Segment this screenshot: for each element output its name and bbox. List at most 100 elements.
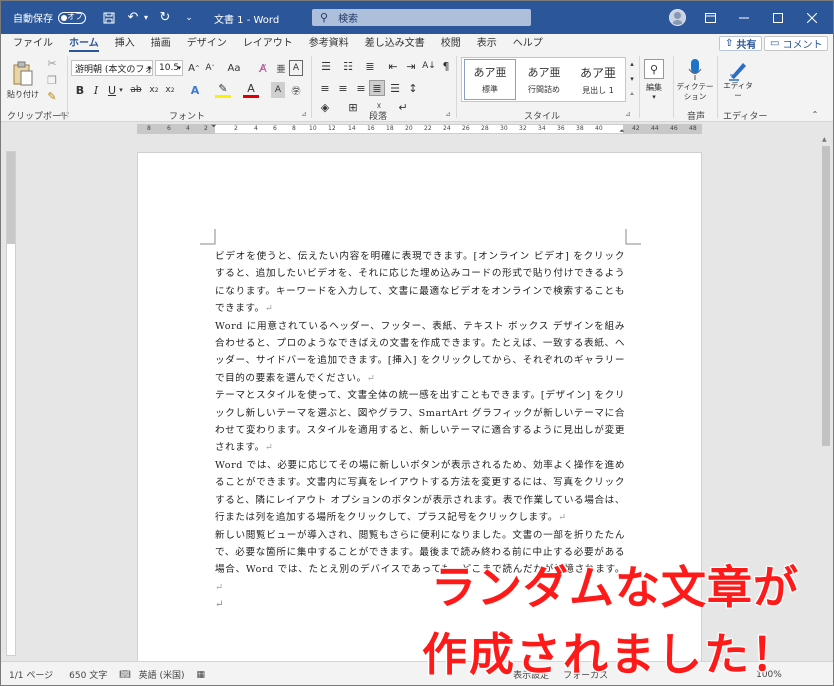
avatar[interactable]	[669, 9, 686, 26]
font-size-select[interactable]: 10.5 ▾	[155, 60, 183, 76]
text-effects-icon[interactable]: A	[187, 82, 203, 98]
group-separator	[717, 56, 718, 118]
redo-icon[interactable]: ↻	[156, 9, 174, 27]
proofing-icon[interactable]: 📖︎	[119, 670, 130, 680]
language[interactable]: 英語 (米国)	[139, 668, 185, 681]
accessibility-icon[interactable]: ▦	[197, 670, 206, 680]
right-indent-marker-icon[interactable]: ⏶	[619, 127, 625, 136]
share-button[interactable]: ⇧ 共有	[719, 36, 763, 51]
comment-button[interactable]: ▭ コメント	[764, 36, 829, 51]
decrease-indent-icon[interactable]: ⇤	[385, 58, 401, 74]
tab-help[interactable]: ヘルプ	[505, 34, 551, 52]
underline-dropdown-icon[interactable]: ▾	[117, 82, 125, 98]
show-marks-icon[interactable]: ¶	[439, 58, 453, 74]
strikethrough-icon[interactable]: ab	[129, 82, 143, 98]
sort-icon[interactable]: A↓	[421, 58, 437, 74]
superscript-icon[interactable]: x2	[163, 82, 177, 98]
ribbon-display-options-icon[interactable]	[693, 1, 727, 34]
collapse-ribbon-icon[interactable]: ⌃	[809, 108, 821, 120]
enclose-characters-icon[interactable]: ㊫	[289, 82, 303, 98]
search-icon: ⚲	[320, 11, 329, 24]
shrink-font-icon[interactable]: Aˇ	[203, 60, 217, 76]
maximize-icon[interactable]	[761, 1, 795, 34]
bullets-icon[interactable]: ☰	[317, 58, 335, 74]
line-spacing-icon[interactable]: ↕	[405, 80, 421, 96]
dictate-button[interactable]: ディクテーション	[675, 54, 715, 106]
bold-icon[interactable]: B	[73, 82, 87, 98]
format-painter-icon[interactable]: ✎	[45, 89, 59, 103]
cut-icon[interactable]: ✂	[45, 56, 59, 70]
font-name-select[interactable]: 游明朝 (本文のフォ ▾	[71, 60, 153, 76]
paragraph-mark: ↵	[215, 599, 224, 611]
align-right-icon[interactable]: ≡	[353, 80, 369, 96]
increase-indent-icon[interactable]: ⇥	[403, 58, 419, 74]
indent-marker-icon[interactable]: ⏷	[211, 122, 217, 131]
distributed-icon[interactable]: ☰	[387, 80, 403, 96]
save-icon[interactable]	[100, 9, 118, 27]
close-icon[interactable]	[795, 1, 829, 34]
styles-launcher-icon[interactable]: ⊿	[625, 110, 631, 118]
align-center-icon[interactable]: ≡	[335, 80, 351, 96]
scroll-thumb[interactable]	[822, 146, 830, 446]
styles-scroll-up-icon[interactable]: ▴	[627, 57, 637, 71]
tab-insert[interactable]: 挿入	[107, 34, 143, 52]
toggle-switch[interactable]: オフ	[58, 11, 86, 24]
styles-more-icon[interactable]: ⩡	[627, 87, 637, 101]
paragraph-text: ビデオを使うと、伝えたい内容を明確に表現できます。[オンライン ビデオ] をクリ…	[215, 251, 625, 315]
style-normal[interactable]: あア亜 標準	[464, 59, 516, 100]
character-border-icon[interactable]: A	[289, 60, 303, 76]
undo-dropdown-icon[interactable]: ▾	[142, 9, 150, 27]
editor-button[interactable]: エディター	[721, 54, 755, 106]
vertical-ruler[interactable]	[6, 151, 16, 656]
tab-references[interactable]: 参考資料	[301, 34, 357, 52]
numbering-icon[interactable]: ☷	[339, 58, 357, 74]
clipboard-launcher-icon[interactable]: ⊿	[58, 110, 64, 118]
ruler-number: 48	[689, 125, 697, 132]
tab-home[interactable]: ホーム	[61, 34, 107, 52]
scroll-up-icon[interactable]: ▲	[822, 136, 827, 143]
tab-view[interactable]: 表示	[469, 34, 505, 52]
style-no-spacing[interactable]: あア亜 行間詰め	[518, 59, 570, 100]
editing-button[interactable]: ⚲ 編集 ▾	[641, 56, 667, 104]
vertical-scrollbar[interactable]: ▲	[819, 136, 833, 661]
tab-layout[interactable]: レイアウト	[235, 34, 301, 52]
page-count[interactable]: 1/1 ページ	[9, 668, 53, 681]
change-case-icon[interactable]: Aa	[225, 60, 243, 76]
editor-group-label: エディター	[723, 112, 768, 122]
multilevel-list-icon[interactable]: ≣	[361, 58, 379, 74]
align-left-icon[interactable]: ≡	[317, 80, 333, 96]
paste-button[interactable]: 貼り付け	[7, 56, 39, 104]
tab-draw[interactable]: 描画	[143, 34, 179, 52]
customize-qat-icon[interactable]: ⌄	[180, 9, 198, 27]
grow-font-icon[interactable]: A ^	[187, 60, 201, 76]
copy-icon[interactable]: ❐	[45, 73, 59, 87]
paragraph-launcher-icon[interactable]: ⊿	[445, 110, 451, 118]
horizontal-ruler[interactable]: 8 6 4 2 ⏷ 2 4 6 8 10 12 14 16 18 20 22 2…	[1, 122, 833, 136]
font-color-icon[interactable]: A	[243, 82, 259, 98]
undo-icon[interactable]: ↶	[124, 9, 142, 27]
shading-icon[interactable]: ◈	[317, 100, 333, 114]
phonetic-guide-icon[interactable]: 亜	[273, 60, 289, 76]
subscript-icon[interactable]: x2	[147, 82, 161, 98]
highlight-icon[interactable]: ✎	[215, 82, 231, 98]
search-box[interactable]: ⚲ 検索	[312, 9, 531, 26]
text-direction-icon[interactable]: ↵	[395, 100, 411, 114]
borders-icon[interactable]: ⊞	[345, 100, 361, 114]
font-size-value: 10.5	[159, 63, 180, 73]
character-shading-icon[interactable]: A	[271, 82, 285, 98]
style-heading-1[interactable]: あア亜 見出し 1	[572, 59, 624, 100]
styles-scroll-down-icon[interactable]: ▾	[627, 72, 637, 86]
tab-design[interactable]: デザイン	[179, 34, 235, 52]
tab-review[interactable]: 校閲	[433, 34, 469, 52]
clear-formatting-icon[interactable]: A̸	[255, 60, 271, 76]
justify-icon[interactable]: ≣	[369, 80, 385, 96]
tab-file[interactable]: ファイル	[5, 34, 61, 52]
autosave-toggle[interactable]: 自動保存 オフ	[13, 10, 86, 25]
word-count[interactable]: 650 文字	[69, 668, 107, 681]
ruler-number: 2	[234, 125, 238, 132]
italic-icon[interactable]: I	[89, 82, 103, 98]
minimize-icon[interactable]	[727, 1, 761, 34]
ruler-number: 26	[462, 125, 470, 132]
tab-mailings[interactable]: 差し込み文書	[357, 34, 433, 52]
font-launcher-icon[interactable]: ⊿	[301, 110, 307, 118]
